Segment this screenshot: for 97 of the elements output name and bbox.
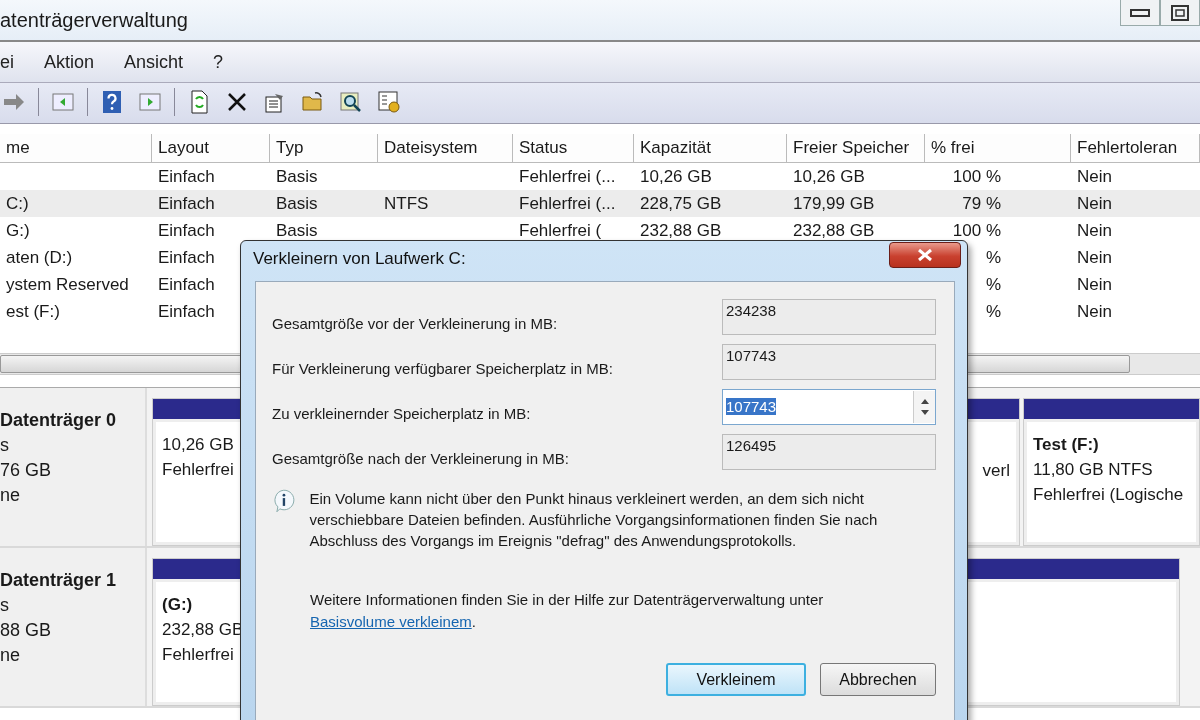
table-cell-text: Nein [1076,192,1113,215]
menu-item[interactable]: ? [213,51,240,73]
table-row[interactable]: Einfach Basis Fehlerfrei (... 10,26 GB 10,26 GB 100 % Nein [0,163,1200,190]
table-cell-text: Fehlerfrei (... [518,165,617,188]
disk-info: s [0,434,9,457]
disk-label: Datenträger 1 [0,569,117,592]
magnifier-icon[interactable] [339,90,363,114]
info-icon [272,488,296,514]
partition-info: Fehlerfrei (Logische [1033,484,1184,506]
folder-icon[interactable] [301,90,325,114]
table-cell-text: 100 % [951,165,1002,188]
disk-label: Datenträger 0 [0,409,117,432]
partition-info: Fehlerfrei [162,644,234,666]
readonly-field: 126495 [722,433,936,470]
partition-info: verl [982,460,1010,482]
partition-info: Fehlerfrei [162,459,234,481]
column-header[interactable]: Status [513,134,634,163]
column-header[interactable]: me [0,134,152,163]
table-cell-text: Nein [1076,165,1113,188]
table-cell-text: C:) [5,192,30,215]
disk-info: ne [0,644,21,667]
close-icon [917,248,933,262]
table-cell-text: Fehlerfrei (... [518,192,617,215]
table-cell-text: 79 % [961,192,1002,215]
column-header[interactable]: Fehlertoleran [1071,134,1200,163]
disk-info: 76 GB [0,459,52,482]
table-cell-text: Einfach [157,273,216,296]
column-header[interactable]: Kapazität [634,134,787,163]
column-header[interactable]: Layout [152,134,270,163]
table-cell-text: Basis [275,219,319,242]
dialog-button[interactable]: Verkleinem [666,663,806,696]
help-paragraph: Weitere Informationen finden Sie in der Hilfe zur Datenträgerverwaltung unter Basisvolume verkleinem. [310,590,824,632]
action-pane-icon[interactable] [138,90,162,114]
disk-info: 88 GB [0,619,52,642]
column-header[interactable]: % frei [925,134,1071,163]
disk-info: ne [0,484,21,507]
table-cell-text: % [984,246,1002,269]
readonly-field: 107743 [722,343,936,380]
menu-item[interactable]: ei [0,51,30,73]
spin-buttons[interactable] [913,390,935,423]
table-cell-text: ystem Reserved [5,273,130,296]
table-cell-text: Einfach [157,219,216,242]
field-label: Gesamtgröße nach der Verkleinerung in MB: [272,450,569,467]
table-cell-text: Nein [1076,300,1113,323]
field-label: Für Verkleinerung verfügbarer Speicherplatz in MB: [272,360,613,377]
table-cell-text: Nein [1076,246,1113,269]
table-cell-text: NTFS [383,192,430,215]
console-tree-icon[interactable] [51,90,75,114]
table-cell-text: 228,75 GB [639,192,723,215]
close-button[interactable] [889,242,961,268]
readonly-field: 234238 [722,298,936,335]
menu-item[interactable]: Ansicht [124,51,200,73]
table-cell-text: Basis [275,165,319,188]
table-cell-text: 10,26 GB [792,165,866,188]
table-cell-text: Basis [275,192,319,215]
dialog-title: Verkleinern von Laufwerk C: [253,249,466,269]
partition-info: 10,26 GB [162,434,234,456]
table-row[interactable]: G:) Einfach Basis Fehlerfrei ( 232,88 GB 232,88 GB 100 % Nein [0,217,1200,244]
partition-info: 11,80 GB NTFS [1033,459,1153,481]
input-field[interactable]: 107743 [722,388,936,425]
table-cell-text: Einfach [157,300,216,323]
menu-item[interactable]: Aktion [44,51,111,73]
window-title: atenträgerverwaltung [0,8,188,32]
table-cell-text: 232,88 GB [792,219,876,242]
table-cell-text: Einfach [157,165,216,188]
dialog-button[interactable]: Abbrechen [820,663,936,696]
column-header[interactable]: Typ [270,134,378,163]
column-header[interactable]: Dateisystem [378,134,513,163]
table-row[interactable]: C:) Einfach Basis NTFS Fehlerfrei (... 228,75 GB 179,99 GB 79 % Nein [0,190,1200,217]
column-header[interactable]: Freier Speicher [787,134,925,163]
info-paragraph: Ein Volume kann nicht über den Punkt hinaus verkleinert werden, an dem sich nicht verschiebbare Dateien befinden. Ausführliche Vorgangsinformationen finden Sie nach Abschluss des Vorgangs im Ereignis "defrag" des Anwendungsprotokolls. [309,489,879,551]
help-icon[interactable] [100,90,124,114]
table-cell-text: est (F:) [5,300,61,323]
maximize-icon [1171,4,1189,21]
minimize-icon [1130,7,1150,18]
help-link[interactable]: Basisvolume verkleinem [310,613,472,630]
minimize-button[interactable] [1120,0,1160,26]
table-cell-text: 179,99 GB [792,192,876,215]
table-cell-text: 100 % [951,219,1002,242]
table-cell-text: Einfach [157,192,216,215]
maximize-button[interactable] [1160,0,1200,26]
table-cell-text: Nein [1076,273,1113,296]
table-cell-text: % [984,273,1002,296]
table-cell-text: Nein [1076,219,1113,242]
table-cell-text: aten (D:) [5,246,74,269]
table-cell-text: G:) [5,219,31,242]
partition-block[interactable]: Test (F:) 11,80 GB NTFS Fehlerfrei (Logische [1023,398,1200,546]
field-label: Zu verkleinernder Speicherplatz in MB: [272,405,531,422]
partition-title: Test (F:) [1033,434,1099,456]
field-label: Gesamtgröße vor der Verkleinerung in MB: [272,315,558,332]
table-cell-text: % [984,300,1002,323]
table-cell-text: 232,88 GB [639,219,723,242]
disk-info: s [0,594,9,617]
table-cell-text: 10,26 GB [639,165,713,188]
table-cell-text: Fehlerfrei ( [518,219,603,242]
gear-icon[interactable] [377,90,401,114]
partition-title: (G:) [162,594,193,616]
